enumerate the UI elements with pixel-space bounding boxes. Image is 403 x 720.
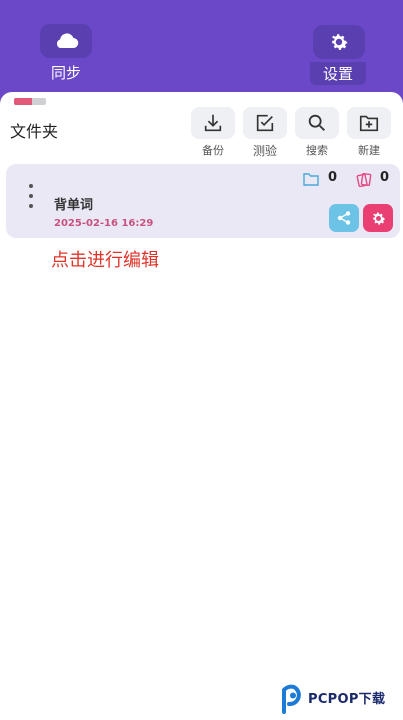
cards-icon [356, 172, 372, 187]
backup-button[interactable] [191, 107, 235, 139]
share-icon [337, 211, 351, 225]
search-label: 搜索 [306, 144, 328, 157]
progress-indicator [14, 98, 46, 105]
list-item[interactable]: 背单词 2025-02-16 16:29 0 0 [6, 164, 400, 238]
more-menu-icon[interactable] [28, 184, 34, 214]
pcpop-logo-icon [282, 684, 301, 714]
main-panel: 文件夹 备份 测验 搜索 新建 背单词 2025-02-16 16:29 0 0… [0, 92, 403, 720]
item-title: 背单词 [54, 198, 94, 213]
download-icon [204, 114, 222, 132]
gear-icon [372, 211, 385, 225]
settings-button[interactable] [313, 25, 365, 59]
backup-label: 备份 [202, 144, 224, 157]
new-label: 新建 [358, 144, 380, 157]
item-date: 2025-02-16 16:29 [54, 218, 154, 229]
search-button[interactable] [295, 107, 339, 139]
item-settings-button[interactable] [363, 204, 393, 232]
sync-button[interactable] [40, 24, 92, 58]
share-button[interactable] [329, 204, 359, 232]
test-button[interactable] [243, 107, 287, 139]
folder-count: 0 [328, 170, 338, 185]
cloud-icon [56, 33, 79, 49]
test-label: 测验 [252, 144, 277, 158]
folder-title: 文件夹 [10, 122, 59, 141]
search-icon [308, 114, 325, 131]
watermark: PCPOP下载 [278, 682, 403, 716]
edit-hint: 点击进行编辑 [51, 250, 159, 271]
folder-plus-icon [359, 115, 379, 132]
gear-icon [331, 34, 348, 50]
card-count: 0 [380, 170, 390, 185]
folder-icon [303, 173, 319, 186]
sync-label[interactable]: 同步 [40, 62, 92, 83]
settings-label[interactable]: 设置 [310, 62, 366, 85]
checkbox-icon [256, 114, 274, 132]
watermark-text: PCPOP下载 [308, 692, 386, 707]
progress-fill [14, 98, 32, 105]
new-folder-button[interactable] [347, 107, 391, 139]
top-bar: 同步 设置 [0, 0, 403, 100]
